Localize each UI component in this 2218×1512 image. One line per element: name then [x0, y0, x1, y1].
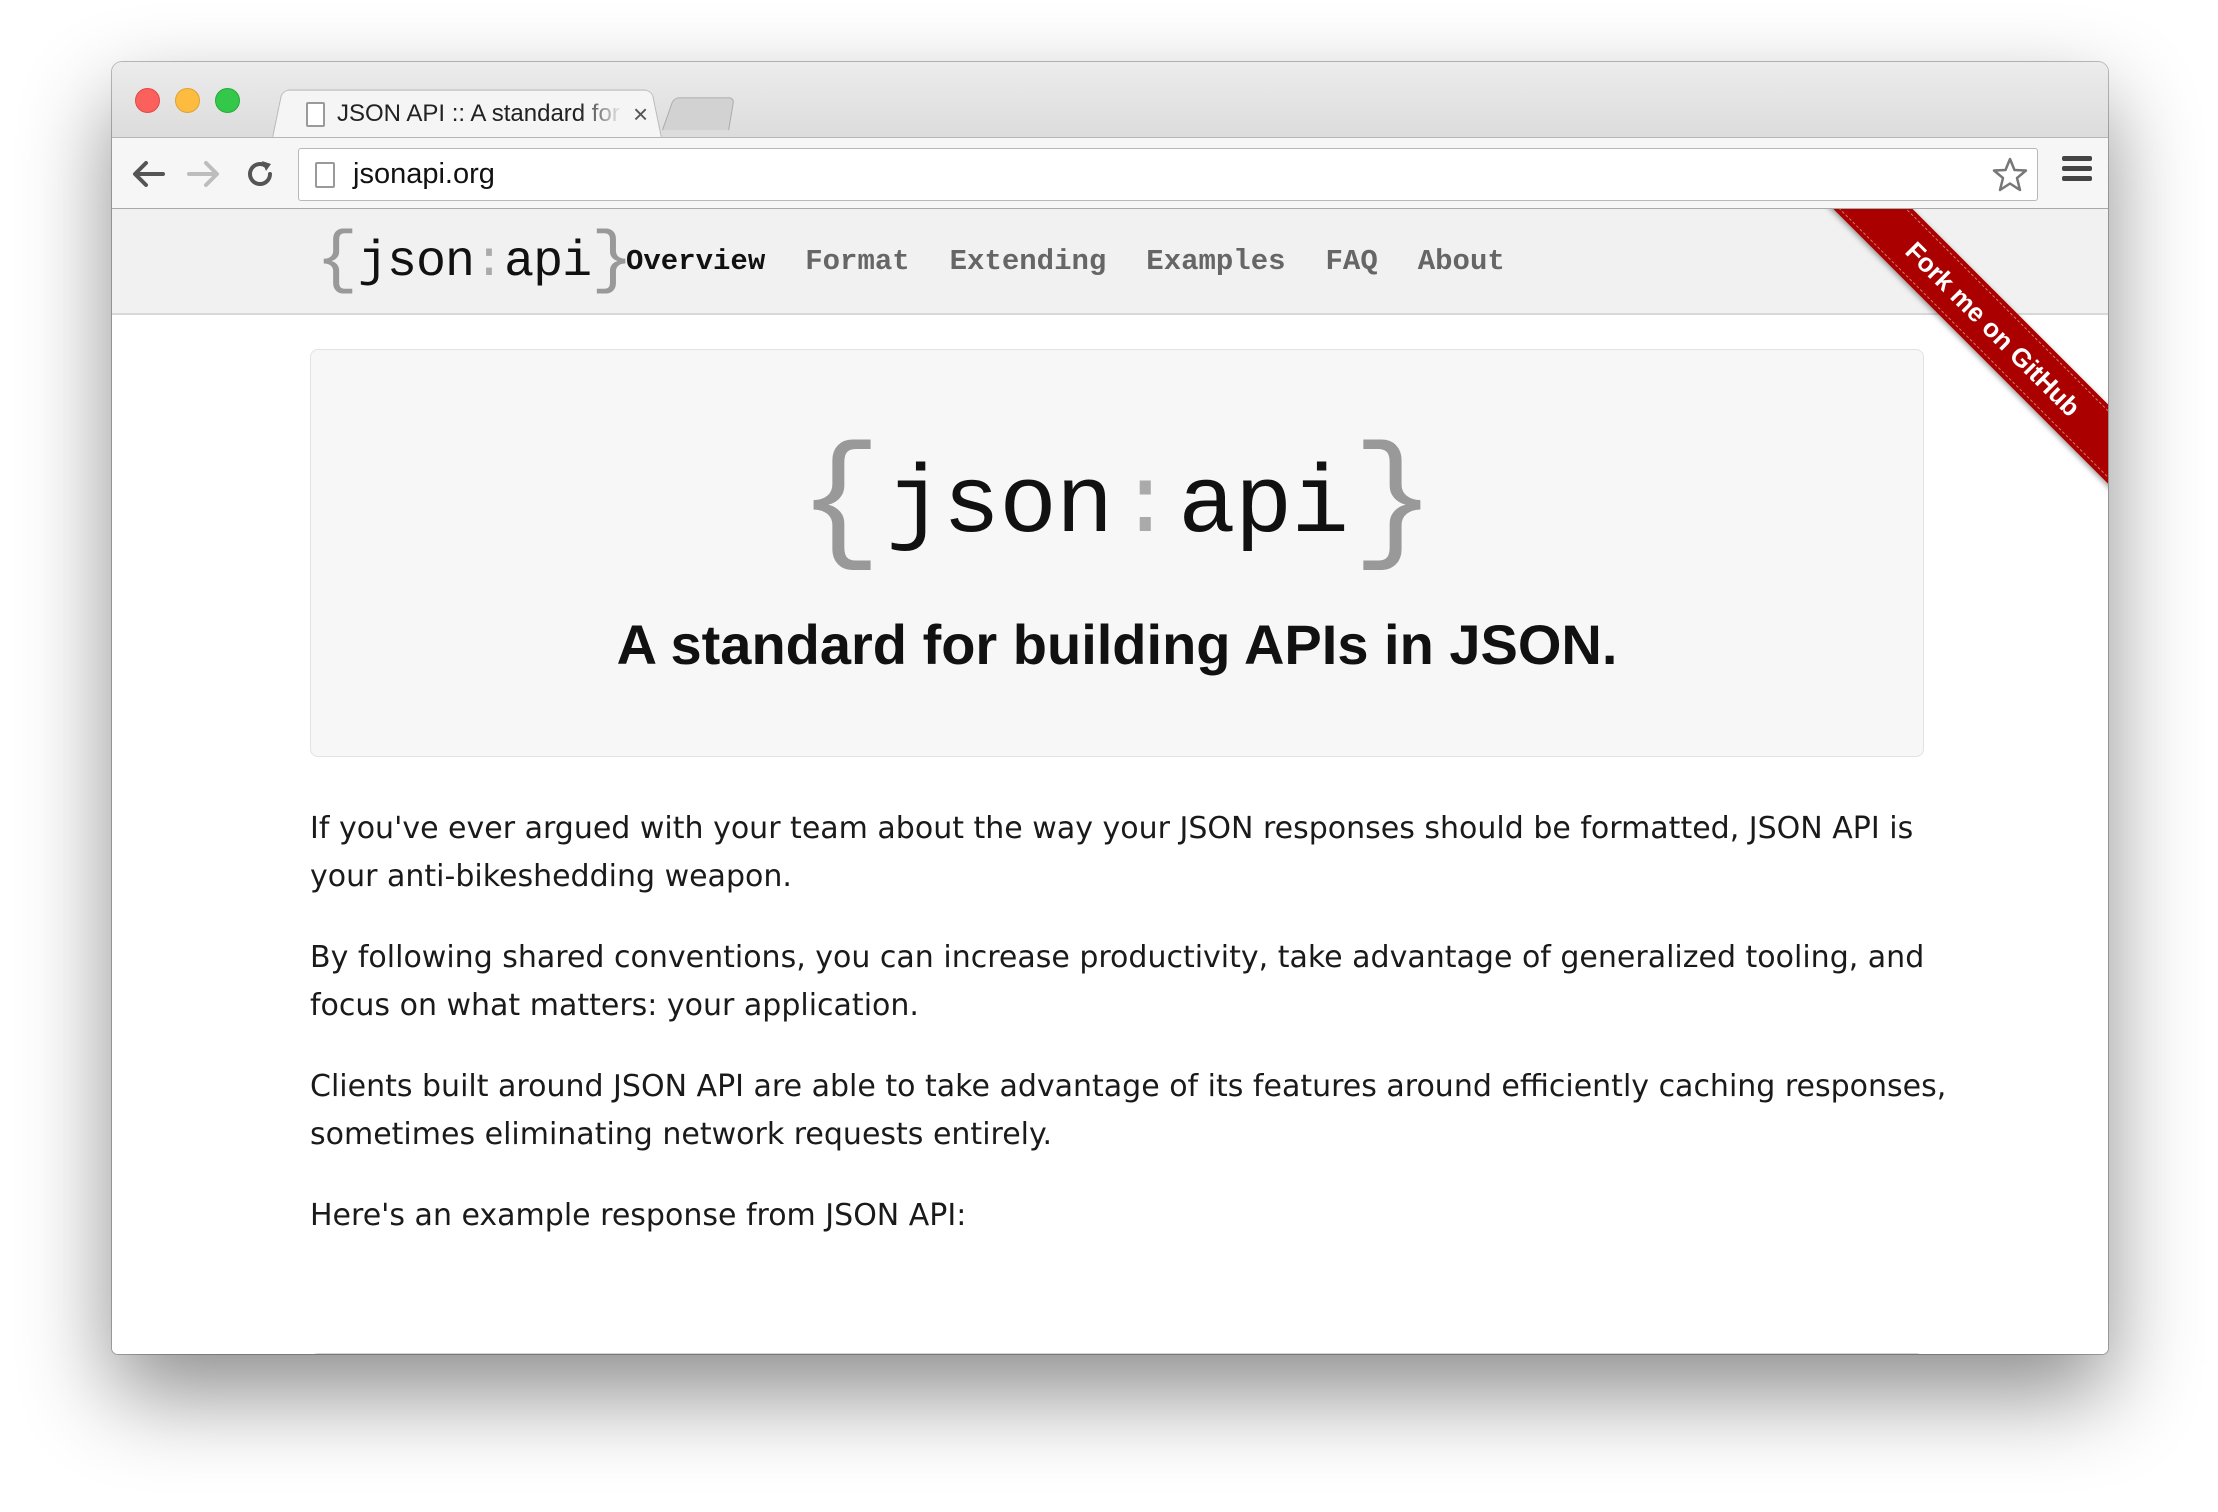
- intro-content: If you've ever argued with your team abo…: [310, 805, 1950, 1273]
- close-window-button[interactable]: [135, 88, 160, 113]
- nav-faq[interactable]: FAQ: [1326, 245, 1378, 278]
- browser-window: JSON API :: A standard for building APIs…: [112, 62, 2108, 1354]
- hero-logo: { json : api }: [311, 435, 1923, 575]
- zoom-window-button[interactable]: [215, 88, 240, 113]
- nav-extending[interactable]: Extending: [950, 245, 1107, 278]
- nav-overview[interactable]: Overview: [626, 245, 765, 278]
- logo-api: api: [504, 233, 592, 291]
- logo-json: json: [358, 233, 475, 291]
- logo-brace-open: {: [798, 425, 883, 584]
- nav-about[interactable]: About: [1418, 245, 1505, 278]
- back-arrow-icon[interactable]: [126, 152, 170, 196]
- hero-jumbotron: { json : api } A standard for building A…: [310, 349, 1924, 757]
- logo-json: json: [886, 450, 1113, 560]
- main-nav: Overview Format Extending Examples FAQ A…: [626, 245, 1505, 278]
- intro-paragraph: Clients built around JSON API are able t…: [310, 1069, 1947, 1152]
- nav-examples[interactable]: Examples: [1146, 245, 1285, 278]
- intro-paragraph: Here's an example response from JSON API…: [310, 1198, 967, 1233]
- tab-title: JSON API :: A standard for building APIs…: [337, 100, 623, 127]
- page-icon: [315, 161, 335, 188]
- logo-brace-open: {: [316, 222, 359, 301]
- address-bar[interactable]: jsonapi.org: [298, 148, 2038, 201]
- ribbon-text: Fork me on GitHub: [1900, 235, 2087, 422]
- star-icon[interactable]: [1991, 156, 2029, 194]
- page-viewport: { json : api } Overview Format Extending…: [112, 209, 2108, 1354]
- nav-format[interactable]: Format: [805, 245, 909, 278]
- logo-api: api: [1178, 450, 1349, 560]
- forward-arrow-icon[interactable]: [182, 152, 226, 196]
- page-icon: [306, 101, 325, 127]
- site-logo[interactable]: { json : api }: [316, 223, 633, 301]
- url-text[interactable]: jsonapi.org: [353, 158, 495, 191]
- reload-icon[interactable]: [238, 152, 282, 196]
- logo-colon: :: [1116, 450, 1175, 560]
- new-tab-button[interactable]: [661, 97, 735, 131]
- logo-colon: :: [474, 233, 505, 291]
- menu-icon[interactable]: [2062, 156, 2096, 192]
- minimize-window-button[interactable]: [175, 88, 200, 113]
- title-bar: JSON API :: A standard for building APIs…: [112, 62, 2108, 138]
- logo-brace-close: }: [1351, 425, 1436, 584]
- intro-paragraph: By following shared conventions, you can…: [310, 940, 1925, 1023]
- tab-close-icon[interactable]: ×: [633, 101, 648, 127]
- intro-paragraph: If you've ever argued with your team abo…: [310, 811, 1914, 894]
- hero-tagline: A standard for building APIs in JSON.: [616, 613, 1618, 676]
- browser-toolbar: jsonapi.org: [112, 137, 2108, 209]
- code-example-block: {: [310, 1353, 1924, 1354]
- browser-tab-content[interactable]: JSON API :: A standard for building APIs…: [292, 92, 662, 136]
